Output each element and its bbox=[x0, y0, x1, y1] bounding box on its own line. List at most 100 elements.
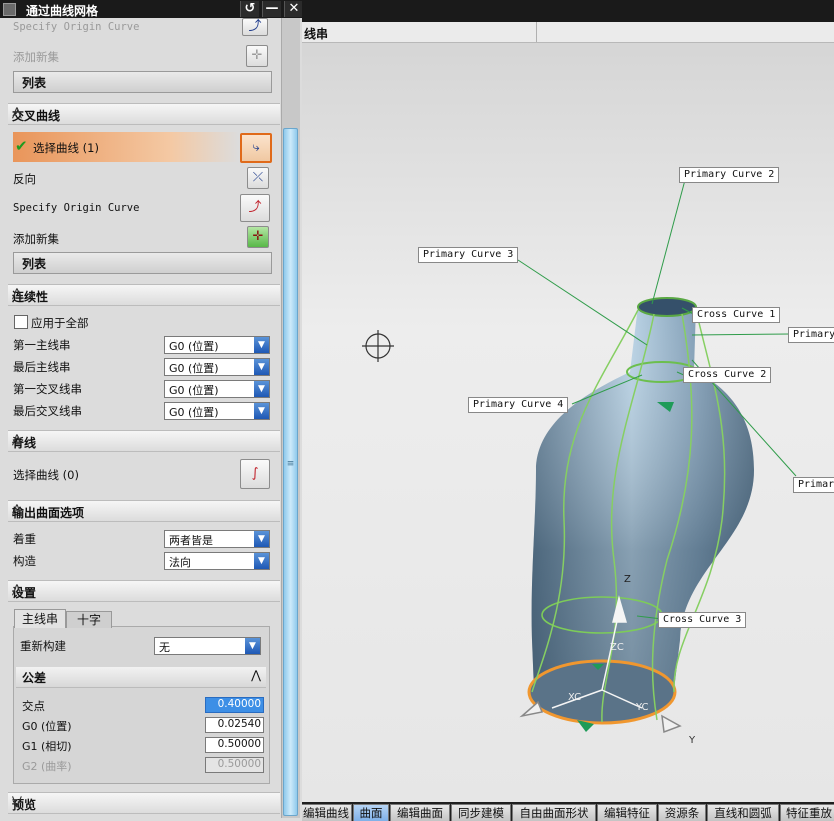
neck-top-curve bbox=[637, 297, 697, 317]
close-icon[interactable]: ✕ bbox=[284, 1, 303, 17]
section-output-surface[interactable]: 输出曲面选项 ⋀ bbox=[8, 500, 280, 522]
chevron-up-icon: ⋀ bbox=[12, 286, 22, 300]
section-continuity[interactable]: 连续性 ⋀ bbox=[8, 284, 280, 306]
tab-edit-feature[interactable]: 编辑特征 bbox=[597, 804, 657, 821]
tol-intersection-label: 交点 bbox=[22, 699, 45, 713]
dropdown-arrow-icon: ▼ bbox=[254, 553, 269, 569]
chevron-down-icon: ⌄ bbox=[22, 73, 33, 87]
tol-g2-label: G2 (曲率) bbox=[22, 760, 72, 773]
callout-cross-curve-2[interactable]: Cross Curve 2 bbox=[683, 367, 772, 383]
tab-line-arc[interactable]: 直线和圆弧 bbox=[707, 804, 779, 821]
chevron-down-icon: ⋁ bbox=[12, 794, 22, 808]
specify-origin-curve-icon[interactable]: ⤴ bbox=[240, 194, 270, 222]
select-value: 法向 bbox=[169, 556, 191, 569]
callout-primary-curve-2[interactable]: Primary Curve 2 bbox=[679, 167, 780, 183]
tab-cross-label: 十字 bbox=[76, 613, 101, 627]
callout-primary-curve-3[interactable]: Primary Curve 3 bbox=[418, 247, 519, 263]
axis-y-label: Y bbox=[689, 735, 696, 746]
continuity-first-primary-select[interactable]: G0 (位置) ▼ bbox=[164, 336, 270, 354]
axis-zc-label: ZC bbox=[610, 642, 624, 653]
graphics-window[interactable]: 线串 Z ZC XC YC Y Primary Curve 2 Primary … bbox=[302, 0, 834, 821]
construct-select[interactable]: 法向 ▼ bbox=[164, 552, 270, 570]
tol-g0-label: G0 (位置) bbox=[22, 720, 72, 733]
rebuild-select[interactable]: 无 ▼ bbox=[154, 637, 261, 655]
spine-select-curve-label: 选择曲线 (0) bbox=[13, 468, 79, 482]
crosshair-cursor-icon bbox=[362, 330, 394, 362]
continuity-first-cross-select[interactable]: G0 (位置) ▼ bbox=[164, 380, 270, 398]
continuity-last-primary-select[interactable]: G0 (位置) ▼ bbox=[164, 358, 270, 376]
tab-sync-modeling[interactable]: 同步建模 bbox=[451, 804, 511, 821]
continuity-last-cross-select[interactable]: G0 (位置) ▼ bbox=[164, 402, 270, 420]
primary-add-new-set-button[interactable]: ✛ bbox=[246, 45, 268, 67]
rebuild-label: 重新构建 bbox=[20, 639, 66, 653]
tab-surface[interactable]: 曲面 bbox=[353, 804, 389, 821]
check-icon: ✔ bbox=[15, 137, 28, 155]
tab-primary-string-label: 主线串 bbox=[21, 612, 58, 626]
chevron-down-icon: ⌄ bbox=[22, 254, 33, 268]
callout-cross-curve-3[interactable]: Cross Curve 3 bbox=[658, 612, 747, 628]
tolerance-header[interactable]: 公差 ⋀ bbox=[16, 667, 266, 688]
select-value: G0 (位置) bbox=[169, 406, 219, 419]
dropdown-arrow-icon: ▼ bbox=[254, 359, 269, 375]
select-cross-curve-label: 选择曲线 (1) bbox=[33, 141, 99, 155]
tab-feature-replay[interactable]: 特征重放 bbox=[780, 804, 834, 821]
tab-cross[interactable]: 十字 bbox=[66, 611, 112, 628]
apply-all-label: 应用于全部 bbox=[31, 316, 89, 330]
continuity-last-primary-label: 最后主线串 bbox=[13, 360, 71, 374]
select-curve-icon[interactable]: ⤷ bbox=[240, 133, 272, 163]
callout-primary-curve-1[interactable]: Primary bbox=[788, 327, 834, 343]
dropdown-arrow-icon: ▼ bbox=[245, 638, 260, 654]
minimize-icon[interactable]: — bbox=[262, 1, 281, 17]
axis-xc-label: XC bbox=[568, 692, 582, 703]
section-spine[interactable]: 脊线 ⋀ bbox=[8, 430, 280, 452]
tab-edit-surface[interactable]: 编辑曲面 bbox=[390, 804, 450, 821]
reset-icon[interactable]: ↺ bbox=[240, 1, 259, 17]
select-cross-curve-row[interactable]: ✔ 选择曲线 (1) bbox=[13, 132, 239, 162]
callout-primary-curve-5[interactable]: Primar bbox=[793, 477, 834, 493]
section-cross-curves[interactable]: 交叉曲线 ⋀ bbox=[8, 103, 280, 125]
primary-add-new-set-label: 添加新集 bbox=[13, 50, 59, 64]
dialog-titlebar: 通过曲线网格 ↺ — ✕ bbox=[0, 0, 303, 18]
tolerance-title: 公差 bbox=[22, 671, 47, 685]
callout-cross-curve-1[interactable]: Cross Curve 1 bbox=[692, 307, 781, 323]
section-settings[interactable]: 设置 ⋀ bbox=[8, 580, 280, 602]
dropdown-arrow-icon: ▼ bbox=[254, 403, 269, 419]
continuity-last-cross-label: 最后交叉线串 bbox=[13, 404, 82, 418]
tab-freeform-shape[interactable]: 自由曲面形状 bbox=[512, 804, 596, 821]
tol-g0-input[interactable]: 0.02540 bbox=[205, 717, 264, 733]
primary-specify-origin-button[interactable]: ⤴ bbox=[242, 18, 268, 36]
tab-resource-bar[interactable]: 资源条 bbox=[658, 804, 706, 821]
chevron-up-icon: ⋀ bbox=[251, 668, 261, 682]
spine-curve-icon[interactable]: ∫ bbox=[240, 459, 270, 489]
chevron-up-icon: ⋀ bbox=[12, 582, 22, 596]
tol-g2-input: 0.50000 bbox=[205, 757, 264, 773]
bottom-tab-bar: 编辑曲线 曲面 编辑曲面 同步建模 自由曲面形状 编辑特征 资源条 直线和圆弧 … bbox=[302, 802, 834, 821]
cross-specify-origin-label: Specify Origin Curve bbox=[13, 202, 140, 214]
section-preview[interactable]: 预览 ⋁ bbox=[8, 792, 280, 814]
reverse-label: 反向 bbox=[13, 172, 36, 186]
cross-list-toggle[interactable]: 列表 ⌄ bbox=[13, 252, 272, 274]
chevron-up-icon: ⋀ bbox=[12, 432, 22, 446]
tab-primary-string[interactable]: 主线串 bbox=[14, 609, 66, 628]
tol-g1-input[interactable]: 0.50000 bbox=[205, 737, 264, 753]
tab-edit-curve[interactable]: 编辑曲线 bbox=[302, 804, 352, 821]
primary-list-toggle[interactable]: 列表 ⌄ bbox=[13, 71, 272, 93]
dialog-scroll-thumb[interactable]: ≡ bbox=[283, 128, 298, 816]
select-value: 两者皆是 bbox=[169, 534, 213, 547]
tol-g1-label: G1 (相切) bbox=[22, 740, 72, 753]
reverse-direction-icon[interactable]: ⤫ bbox=[247, 167, 269, 189]
dialog-title: 通过曲线网格 bbox=[26, 4, 99, 18]
dropdown-arrow-icon: ▼ bbox=[254, 381, 269, 397]
chevron-up-icon: ⋀ bbox=[12, 105, 22, 119]
axis-yc-label: YC bbox=[636, 702, 649, 713]
dropdown-arrow-icon: ▼ bbox=[254, 337, 269, 353]
dialog-app-icon bbox=[3, 3, 16, 16]
construct-label: 构造 bbox=[13, 554, 36, 568]
primary-specify-origin-label: Specify Origin Curve bbox=[13, 21, 140, 33]
add-new-set-icon[interactable]: ✛ bbox=[247, 226, 269, 248]
apply-all-checkbox[interactable] bbox=[14, 315, 28, 329]
callout-primary-curve-4[interactable]: Primary Curve 4 bbox=[468, 397, 569, 413]
select-value: G0 (位置) bbox=[169, 340, 219, 353]
emphasis-select[interactable]: 两者皆是 ▼ bbox=[164, 530, 270, 548]
tol-intersection-input[interactable]: 0.40000 bbox=[205, 697, 264, 713]
